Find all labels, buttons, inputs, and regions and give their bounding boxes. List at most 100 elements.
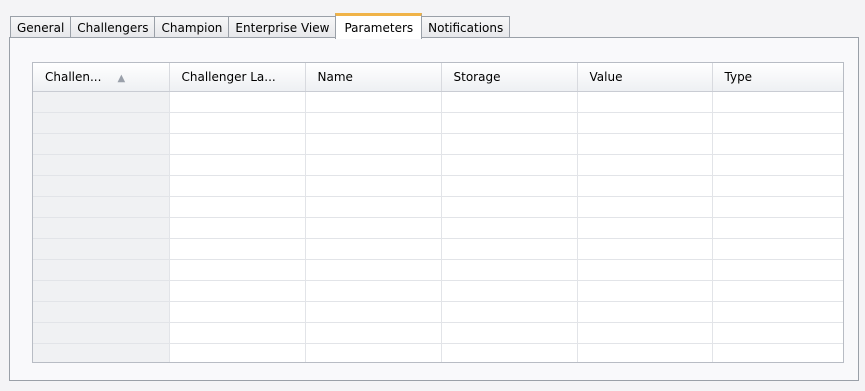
parameters-panel: Challen... ▲ Challenger La... Name Storag… xyxy=(9,37,859,381)
table-cell xyxy=(305,112,442,134)
table-cell xyxy=(169,238,306,260)
table-row xyxy=(33,175,843,197)
table-cell xyxy=(577,154,713,176)
table-cell xyxy=(33,259,170,281)
table-row xyxy=(33,196,843,218)
table-cell xyxy=(33,154,170,176)
sort-ascending-icon: ▲ xyxy=(117,72,126,84)
table-cell xyxy=(712,259,843,281)
table-cell xyxy=(305,217,442,239)
table-cell xyxy=(33,91,170,113)
table-row xyxy=(33,280,843,302)
table-cell xyxy=(305,280,442,302)
table-cell xyxy=(441,133,578,155)
table-header-row: Challen... ▲ Challenger La... Name Storag… xyxy=(33,63,843,92)
table-cell xyxy=(712,301,843,323)
tab-champion[interactable]: Champion xyxy=(154,16,230,38)
column-header-label: Storage xyxy=(453,69,501,84)
column-header-challenger[interactable]: Challen... ▲ xyxy=(33,63,170,92)
table-cell xyxy=(305,238,442,260)
table-cell xyxy=(712,154,843,176)
table-cell xyxy=(169,259,306,281)
table-cell xyxy=(577,238,713,260)
table-cell xyxy=(169,133,306,155)
table-cell xyxy=(577,322,713,344)
table-cell xyxy=(169,196,306,218)
table-cell xyxy=(712,280,843,302)
table-cell xyxy=(33,217,170,239)
column-header-value[interactable]: Value xyxy=(577,63,713,92)
table-row xyxy=(33,259,843,281)
table-cell xyxy=(712,112,843,134)
tab-notifications[interactable]: Notifications xyxy=(421,16,511,38)
table-cell xyxy=(577,133,713,155)
table-cell xyxy=(577,217,713,239)
tab-general[interactable]: General xyxy=(10,16,72,38)
column-header-storage[interactable]: Storage xyxy=(441,63,578,92)
table-cell xyxy=(305,91,442,113)
table-cell xyxy=(169,91,306,113)
tab-parameters[interactable]: Parameters xyxy=(335,13,423,39)
table-cell xyxy=(441,175,578,197)
table-cell xyxy=(441,217,578,239)
table-row xyxy=(33,217,843,239)
table-cell xyxy=(441,196,578,218)
table-cell xyxy=(305,322,442,344)
table-row xyxy=(33,154,843,176)
table-cell xyxy=(712,238,843,260)
column-header-label: Challenger La... xyxy=(181,69,276,84)
table-cell xyxy=(33,238,170,260)
table-cell xyxy=(305,301,442,323)
table-row xyxy=(33,112,843,134)
table-cell xyxy=(577,112,713,134)
table-cell xyxy=(712,133,843,155)
table-row xyxy=(33,301,843,323)
table-cell xyxy=(169,301,306,323)
table-cell xyxy=(33,322,170,344)
table-cell xyxy=(33,343,170,362)
column-header-type[interactable]: Type xyxy=(712,63,843,92)
table-cell xyxy=(441,301,578,323)
table-cell xyxy=(441,154,578,176)
column-header-name[interactable]: Name xyxy=(305,63,442,92)
table-cell xyxy=(577,280,713,302)
table-row xyxy=(33,238,843,260)
table-cell xyxy=(305,154,442,176)
table-cell xyxy=(33,301,170,323)
table-row xyxy=(33,133,843,155)
column-header-label: Challen... xyxy=(45,69,102,84)
table-row xyxy=(33,91,843,113)
table-cell xyxy=(305,343,442,362)
table-cell xyxy=(441,259,578,281)
column-header-challenger-label[interactable]: Challenger La... xyxy=(169,63,306,92)
table-cell xyxy=(577,343,713,362)
tab-challengers[interactable]: Challengers xyxy=(70,16,156,38)
table-row xyxy=(33,343,843,362)
table-cell xyxy=(712,196,843,218)
table-cell xyxy=(441,322,578,344)
column-header-label: Name xyxy=(317,69,353,84)
table-cell xyxy=(169,322,306,344)
table-cell xyxy=(441,91,578,113)
table-cell xyxy=(441,280,578,302)
table-cell xyxy=(441,238,578,260)
table-cell xyxy=(305,175,442,197)
column-header-label: Value xyxy=(589,69,623,84)
table-cell xyxy=(169,112,306,134)
table-cell xyxy=(33,196,170,218)
table-cell xyxy=(577,91,713,113)
table-cell xyxy=(305,196,442,218)
table-cell xyxy=(712,217,843,239)
table-cell xyxy=(441,343,578,362)
table-cell xyxy=(169,280,306,302)
table-cell xyxy=(712,91,843,113)
table-cell xyxy=(577,301,713,323)
parameters-window: General Challengers Champion Enterprise … xyxy=(0,0,865,391)
parameters-table: Challen... ▲ Challenger La... Name Storag… xyxy=(32,62,844,363)
table-cell xyxy=(712,322,843,344)
table-cell xyxy=(169,343,306,362)
tab-strip: General Challengers Champion Enterprise … xyxy=(10,12,511,39)
tab-enterprise-view[interactable]: Enterprise View xyxy=(228,16,337,38)
table-cell xyxy=(577,196,713,218)
table-cell xyxy=(33,112,170,134)
